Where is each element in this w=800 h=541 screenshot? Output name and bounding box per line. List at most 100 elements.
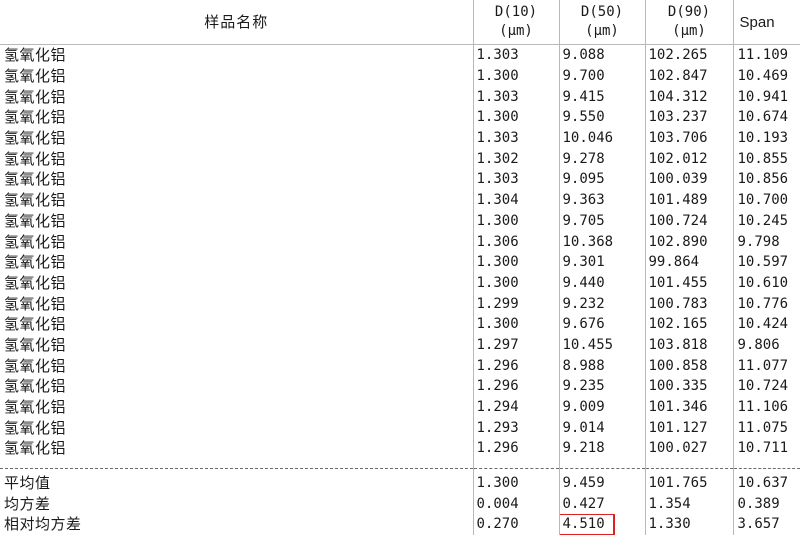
cell-d10: 1.303 (473, 44, 560, 66)
cell-sample-name: 氢氧化铝 (0, 334, 474, 356)
cell-d50: 10.046 (559, 127, 646, 149)
table-row[interactable]: 氢氧化铝 1.296 9.235 100.335 10.724 (0, 376, 800, 397)
table-row[interactable]: 氢氧化铝 1.296 8.988 100.858 11.077 (0, 355, 800, 376)
cell-span: 10.597 (737, 254, 789, 271)
table-row[interactable]: 氢氧化铝 1.299 9.232 100.783 10.776 (0, 293, 800, 314)
stat-d10: 0.270 (473, 514, 560, 535)
cell-d10: 1.306 (473, 231, 560, 252)
cell-d90: 101.346 (645, 396, 734, 418)
cell-sample-name: 氢氧化铝 (0, 293, 474, 314)
table-row[interactable]: 氢氧化铝 1.302 9.278 102.012 10.855 (0, 148, 800, 170)
table-row[interactable]: 氢氧化铝 1.300 9.676 102.165 10.424 (0, 313, 800, 335)
table-row[interactable]: 氢氧化铝 1.303 10.046 103.706 10.193 (0, 127, 800, 149)
cell-d50: 10.368 (559, 231, 646, 252)
cell-d10: 1.300 (473, 251, 560, 273)
cell-d10: 1.294 (473, 396, 560, 418)
table-row[interactable]: 氢氧化铝 1.297 10.455 103.818 9.806 (0, 334, 800, 356)
cell-span: 10.193 (737, 130, 789, 147)
cell-d10: 1.300 (473, 272, 560, 294)
stat-row-relative-std-dev[interactable]: 相对均方差 0.270 4.510 1.330 3.657 (0, 514, 800, 535)
cell-d10: 1.297 (473, 334, 560, 356)
table-row[interactable]: 氢氧化铝 1.296 9.218 100.027 10.711 (0, 438, 800, 459)
cell-span: 11.106 (737, 399, 789, 416)
table-row[interactable]: 氢氧化铝 1.303 9.415 104.312 10.941 (0, 86, 800, 108)
cell-sample-name: 氢氧化铝 (0, 169, 474, 190)
cell-sample-name: 氢氧化铝 (0, 272, 474, 294)
stat-row-mean[interactable]: 平均值 1.300 9.459 101.765 10.637 (0, 468, 800, 494)
table-row[interactable]: 氢氧化铝 1.306 10.368 102.890 9.798 (0, 231, 800, 252)
cell-d50: 9.700 (559, 65, 646, 87)
column-header-d50-label: D(50) (580, 4, 624, 20)
table-row[interactable]: 氢氧化铝 1.303 9.088 102.265 11.109 (0, 44, 800, 66)
stat-d90: 101.765 (645, 468, 734, 494)
table-row[interactable]: 氢氧化铝 1.300 9.700 102.847 10.469 (0, 65, 800, 87)
cell-sample-name: 氢氧化铝 (0, 355, 474, 376)
cell-sample-name: 氢氧化铝 (0, 396, 474, 418)
cell-d10: 1.296 (473, 438, 560, 459)
stat-d50: 0.427 (559, 493, 646, 515)
cell-d90: 100.027 (645, 438, 734, 459)
cell-sample-name: 氢氧化铝 (0, 107, 474, 128)
table-row[interactable]: 氢氧化铝 1.300 9.550 103.237 10.674 (0, 107, 800, 128)
table-row[interactable]: 氢氧化铝 1.300 9.705 100.724 10.245 (0, 210, 800, 232)
cell-d50: 9.363 (559, 189, 646, 211)
table-row[interactable]: 氢氧化铝 1.300 9.301 99.864 10.597 (0, 251, 800, 273)
column-header-span[interactable]: Span (733, 0, 800, 45)
cell-d50: 10.455 (559, 334, 646, 356)
cell-span: 10.724 (737, 378, 789, 395)
cell-span: 11.075 (737, 419, 789, 436)
table-row[interactable]: 氢氧化铝 1.304 9.363 101.489 10.700 (0, 189, 800, 211)
table-body: 氢氧化铝 1.303 9.088 102.265 11.109 氢氧化铝 1.300 9.70… (0, 44, 800, 459)
cell-d90: 100.858 (645, 355, 734, 376)
cell-sample-name: 氢氧化铝 (0, 251, 474, 273)
cell-d10: 1.303 (473, 169, 560, 190)
table-row[interactable]: 氢氧化铝 1.293 9.014 101.127 11.075 (0, 417, 800, 439)
stat-d50: 9.459 (559, 468, 646, 494)
stat-span: 0.389 (737, 495, 780, 512)
table-header: 样品名称 D(10) (μm) D(50) (μm) D(90) (μm) Sp… (0, 0, 800, 45)
column-header-d10-label: D(10) (494, 4, 538, 20)
cell-d10: 1.293 (473, 417, 560, 439)
cell-d50: 9.014 (559, 417, 646, 439)
cell-span: 10.674 (737, 109, 789, 126)
cell-sample-name: 氢氧化铝 (0, 44, 474, 66)
cell-span: 10.245 (737, 212, 789, 229)
cell-d90: 100.039 (645, 169, 734, 190)
cell-span: 10.776 (737, 295, 789, 312)
column-header-d90-label: D(90) (667, 4, 711, 20)
separator-cell (0, 458, 474, 469)
cell-d90: 99.864 (645, 251, 734, 273)
column-header-d50[interactable]: D(50) (μm) (559, 0, 646, 45)
cell-d10: 1.299 (473, 293, 560, 314)
column-header-d90[interactable]: D(90) (μm) (645, 0, 734, 45)
cell-sample-name: 氢氧化铝 (0, 313, 474, 335)
separator-cell (559, 458, 646, 469)
particle-size-table: 样品名称 D(10) (μm) D(50) (μm) D(90) (μm) Sp… (0, 0, 800, 535)
cell-d50: 9.705 (559, 210, 646, 232)
stat-label: 平均值 (0, 468, 474, 494)
column-header-sample-name[interactable]: 样品名称 (0, 0, 474, 45)
table-row[interactable]: 氢氧化铝 1.303 9.095 100.039 10.856 (0, 169, 800, 190)
cell-sample-name: 氢氧化铝 (0, 438, 474, 459)
cell-d90: 101.127 (645, 417, 734, 439)
stat-d10: 1.300 (473, 468, 560, 494)
particle-size-table-sheet: 样品名称 D(10) (μm) D(50) (μm) D(90) (μm) Sp… (0, 0, 800, 541)
cell-span: 9.798 (737, 233, 780, 250)
table-row[interactable]: 氢氧化铝 1.300 9.440 101.455 10.610 (0, 272, 800, 294)
column-header-d10-unit: (μm) (499, 23, 533, 39)
column-header-d10[interactable]: D(10) (μm) (473, 0, 560, 45)
cell-d90: 102.012 (645, 148, 734, 170)
cell-d90: 102.847 (645, 65, 734, 87)
stat-row-std-dev[interactable]: 均方差 0.004 0.427 1.354 0.389 (0, 493, 800, 515)
cell-span: 11.077 (737, 357, 789, 374)
cell-d90: 100.335 (645, 376, 734, 397)
cell-d10: 1.300 (473, 65, 560, 87)
cell-d50: 8.988 (559, 355, 646, 376)
cell-span: 11.109 (737, 47, 789, 64)
cell-d90: 101.455 (645, 272, 734, 294)
cell-d50: 9.232 (559, 293, 646, 314)
cell-sample-name: 氢氧化铝 (0, 65, 474, 87)
stat-d90: 1.354 (645, 493, 734, 515)
stat-label: 相对均方差 (0, 514, 474, 535)
table-row[interactable]: 氢氧化铝 1.294 9.009 101.346 11.106 (0, 396, 800, 418)
